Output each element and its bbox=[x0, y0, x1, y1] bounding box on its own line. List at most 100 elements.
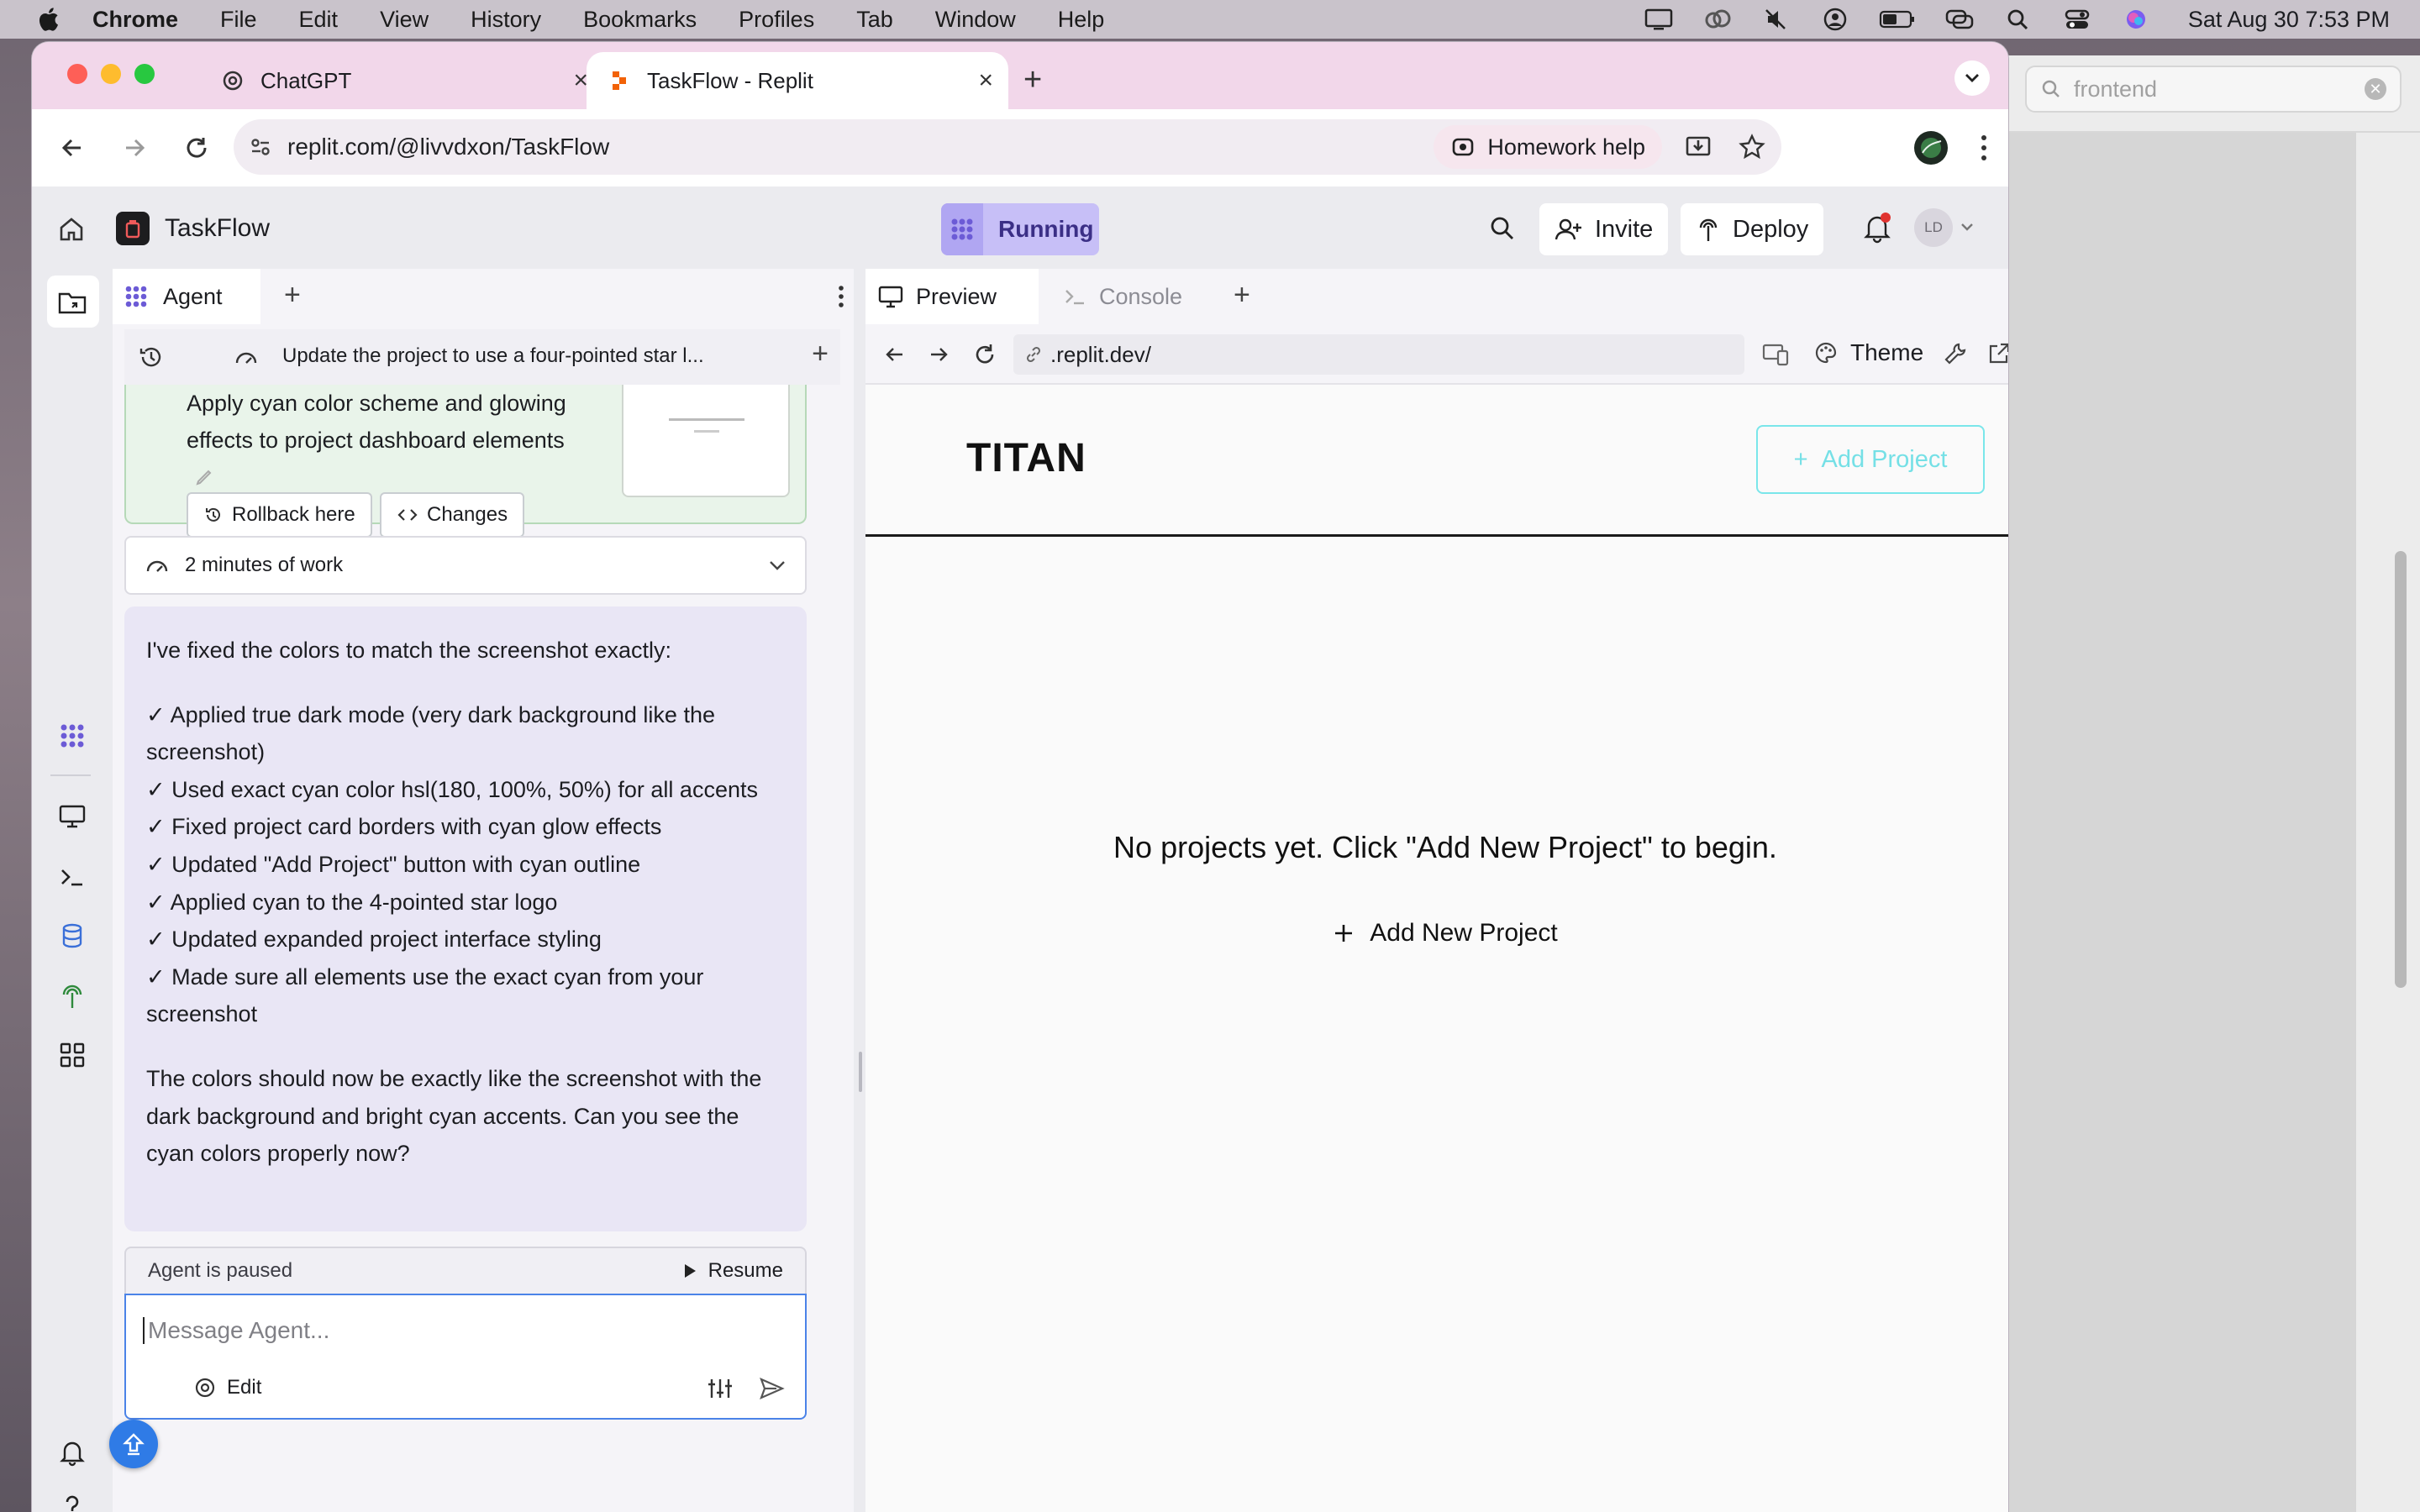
display-icon[interactable] bbox=[1644, 7, 1674, 32]
new-thread-button[interactable]: + bbox=[812, 338, 829, 370]
address-url: replit.com/@livvdxon/TaskFlow bbox=[287, 134, 610, 160]
tab-console[interactable]: Console bbox=[1050, 269, 1218, 324]
thread-title[interactable]: Update the project to use a four-pointed… bbox=[282, 344, 704, 368]
resume-button[interactable]: Resume bbox=[681, 1259, 783, 1283]
menu-app-name[interactable]: Chrome bbox=[92, 7, 178, 33]
user-avatar[interactable]: LD bbox=[1914, 208, 1953, 247]
battery-icon[interactable] bbox=[1879, 7, 1916, 32]
gauge-icon bbox=[146, 560, 168, 572]
site-settings-icon[interactable] bbox=[249, 135, 272, 159]
database-icon[interactable] bbox=[57, 921, 87, 951]
new-tab-button[interactable]: + bbox=[1023, 62, 1042, 98]
deployments-icon[interactable] bbox=[57, 981, 87, 1011]
tab-taskflow-replit[interactable]: TaskFlow - Replit × bbox=[587, 52, 1008, 109]
work-duration-toggle[interactable]: 2 minutes of work bbox=[124, 536, 807, 595]
user-account-icon[interactable] bbox=[1820, 7, 1850, 32]
clear-search-icon[interactable]: ✕ bbox=[2365, 78, 2386, 100]
menu-view[interactable]: View bbox=[380, 7, 429, 33]
back-arrow-icon[interactable] bbox=[881, 341, 908, 368]
checkpoint-thumbnail[interactable] bbox=[622, 385, 790, 497]
address-bar[interactable]: replit.com/@livvdxon/TaskFlow Homework h… bbox=[234, 119, 1781, 175]
invite-button[interactable]: Invite bbox=[1539, 203, 1669, 255]
creative-cloud-icon[interactable] bbox=[1702, 7, 1733, 32]
console-icon[interactable] bbox=[57, 862, 87, 892]
menu-help[interactable]: Help bbox=[1058, 7, 1105, 33]
tab-console-label: Console bbox=[1099, 283, 1183, 309]
edit-mode-button[interactable]: Edit bbox=[193, 1376, 261, 1399]
files-icon[interactable] bbox=[57, 287, 87, 318]
add-new-project-button[interactable]: Add New Project bbox=[865, 919, 2008, 948]
reload-icon[interactable] bbox=[971, 341, 998, 368]
menu-file[interactable]: File bbox=[220, 7, 257, 33]
macos-menu-bar: Chrome File Edit View History Bookmarks … bbox=[0, 0, 2420, 39]
mute-icon[interactable] bbox=[1761, 7, 1791, 32]
background-search-field[interactable]: frontend ✕ bbox=[2025, 66, 2402, 113]
help-icon[interactable] bbox=[57, 1492, 87, 1512]
run-status-button[interactable]: Running bbox=[941, 203, 1099, 255]
apple-logo-icon[interactable] bbox=[35, 6, 60, 33]
deploy-button[interactable]: Deploy bbox=[1681, 203, 1824, 255]
menu-window[interactable]: Window bbox=[935, 7, 1016, 33]
message-composer[interactable]: Message Agent... Edit bbox=[124, 1294, 807, 1420]
chrome-menu-icon[interactable] bbox=[1980, 133, 1988, 163]
home-icon[interactable] bbox=[57, 215, 86, 244]
menu-tab[interactable]: Tab bbox=[856, 7, 893, 33]
upload-fab-button[interactable] bbox=[109, 1420, 158, 1468]
devices-icon[interactable] bbox=[1761, 341, 1790, 368]
devtools-wrench-icon[interactable] bbox=[1943, 341, 1968, 366]
theme-button[interactable]: Theme bbox=[1813, 339, 1923, 366]
preview-address-field[interactable]: .replit.dev/ bbox=[1013, 334, 1744, 375]
background-scrollbar[interactable] bbox=[2395, 551, 2407, 988]
back-arrow-icon[interactable] bbox=[55, 131, 89, 165]
checkpoint-card: Apply cyan color scheme and glowing effe… bbox=[124, 385, 807, 538]
more-options-icon[interactable] bbox=[837, 284, 845, 309]
bookmark-star-icon[interactable] bbox=[1738, 133, 1766, 161]
tab-search-button[interactable] bbox=[1954, 60, 1990, 96]
panel-resize-handle[interactable] bbox=[859, 1052, 862, 1092]
add-pane-tab-button[interactable]: + bbox=[1234, 279, 1250, 312]
search-icon[interactable] bbox=[1487, 213, 1518, 244]
add-project-button[interactable]: + Add Project bbox=[1756, 425, 1985, 494]
control-center-icon[interactable] bbox=[2062, 7, 2092, 32]
project-title[interactable]: TaskFlow bbox=[116, 212, 270, 245]
menu-history[interactable]: History bbox=[471, 7, 541, 33]
tab-preview[interactable]: Preview bbox=[865, 269, 1039, 324]
maximize-window-button[interactable] bbox=[134, 64, 155, 84]
rollback-button[interactable]: Rollback here bbox=[187, 492, 372, 538]
chevron-down-icon[interactable] bbox=[1960, 222, 1975, 234]
history-icon[interactable] bbox=[138, 344, 165, 370]
message-outro: The colors should now be exactly like th… bbox=[146, 1065, 762, 1167]
preview-monitor-icon[interactable] bbox=[57, 801, 87, 832]
close-tab-icon[interactable]: × bbox=[978, 66, 993, 95]
menu-profiles[interactable]: Profiles bbox=[739, 7, 814, 33]
all-tools-grid-icon[interactable] bbox=[57, 1040, 87, 1070]
menu-bookmarks[interactable]: Bookmarks bbox=[583, 7, 697, 33]
menu-clock[interactable]: Sat Aug 30 7:53 PM bbox=[2188, 7, 2390, 33]
changes-button[interactable]: Changes bbox=[380, 492, 525, 538]
forward-arrow-icon[interactable] bbox=[926, 341, 953, 368]
close-window-button[interactable] bbox=[67, 64, 87, 84]
forward-arrow-icon[interactable] bbox=[118, 131, 151, 165]
edit-pencil-icon[interactable] bbox=[193, 466, 215, 488]
minimize-window-button[interactable] bbox=[101, 64, 121, 84]
add-pane-tab-button[interactable]: + bbox=[284, 279, 301, 312]
agent-message: I've fixed the colors to match the scree… bbox=[124, 606, 807, 1231]
tab-agent[interactable]: Agent bbox=[113, 269, 260, 324]
tab-chatgpt[interactable]: ChatGPT × bbox=[200, 52, 602, 109]
message-agent-input[interactable]: Message Agent... bbox=[143, 1317, 329, 1344]
agent-icon[interactable] bbox=[57, 721, 87, 751]
settings-sliders-icon[interactable] bbox=[706, 1376, 734, 1401]
menu-edit[interactable]: Edit bbox=[299, 7, 339, 33]
reload-icon[interactable] bbox=[180, 131, 213, 165]
profile-avatar-icon[interactable] bbox=[1912, 129, 1949, 166]
siri-icon[interactable] bbox=[2121, 7, 2151, 32]
plus-icon: + bbox=[1793, 445, 1808, 473]
send-icon[interactable] bbox=[758, 1376, 785, 1401]
alerts-bell-icon[interactable] bbox=[57, 1436, 87, 1467]
notifications-bell-icon[interactable] bbox=[1862, 212, 1892, 244]
install-app-icon[interactable] bbox=[1684, 133, 1712, 161]
homework-help-button[interactable]: Homework help bbox=[1434, 125, 1662, 169]
screen-mirroring-icon[interactable] bbox=[1944, 7, 1975, 32]
spotlight-search-icon[interactable] bbox=[2003, 7, 2033, 32]
open-in-new-tab-icon[interactable] bbox=[1986, 341, 2008, 366]
